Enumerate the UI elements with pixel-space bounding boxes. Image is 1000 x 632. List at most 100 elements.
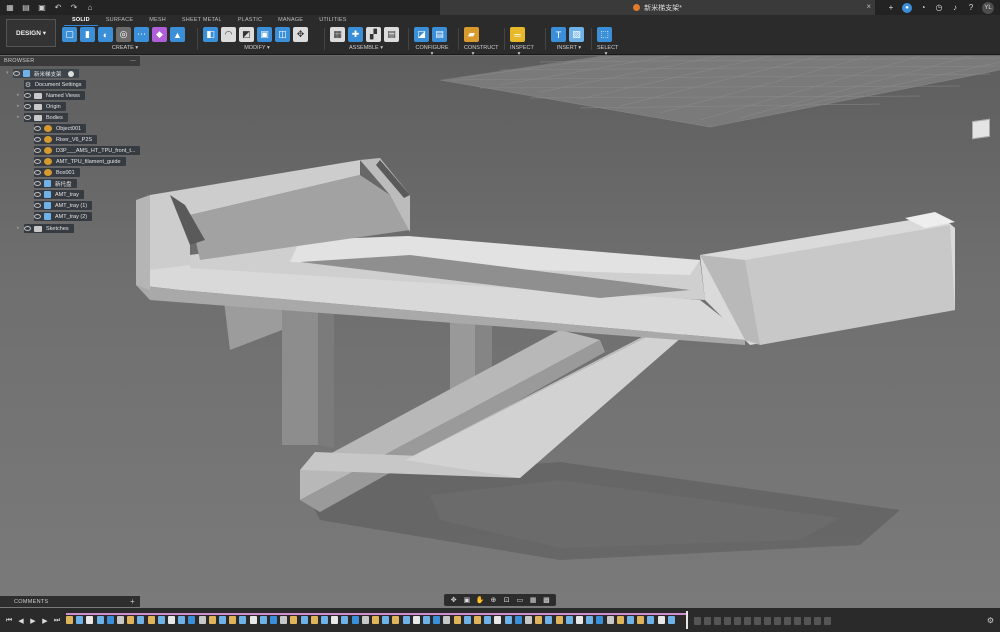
timeline-feature[interactable] [229, 616, 237, 624]
browser-item[interactable]: Bodies [24, 113, 68, 122]
visibility-eye-icon[interactable] [24, 115, 31, 120]
document-tab[interactable]: 新米梯支架* × [440, 0, 875, 15]
timeline-feature[interactable] [86, 616, 94, 624]
timeline-feature[interactable] [188, 616, 196, 624]
view-cube[interactable] [972, 118, 990, 140]
activate-icon[interactable] [67, 70, 74, 77]
timeline-feature-suppressed[interactable] [694, 617, 701, 625]
timeline-feature[interactable] [208, 616, 216, 624]
visibility-eye-icon[interactable] [13, 71, 20, 76]
timeline-feature[interactable] [423, 616, 430, 624]
insert-derive-icon[interactable]: T [551, 27, 566, 42]
canvas-viewport[interactable] [0, 56, 1000, 608]
visibility-eye-icon[interactable] [24, 226, 31, 231]
timeline-feature[interactable] [667, 616, 675, 624]
timeline-feature[interactable] [453, 616, 461, 624]
timeline-feature[interactable] [106, 616, 114, 624]
timeline-feature[interactable] [76, 616, 84, 624]
measure-icon[interactable]: ═ [510, 27, 525, 42]
browser-item[interactable]: Sketches [24, 224, 74, 233]
timeline-feature-suppressed[interactable] [794, 617, 801, 625]
previous-icon[interactable]: ◀ [17, 617, 25, 625]
timeline-feature[interactable] [494, 616, 502, 624]
new-component-icon[interactable]: ▦ [330, 27, 345, 42]
grid-icon[interactable]: ▦ [4, 2, 16, 14]
timeline-feature-suppressed[interactable] [774, 617, 781, 625]
model-bracket[interactable] [136, 158, 955, 512]
timeline-feature-suppressed[interactable] [734, 617, 741, 625]
look-at-icon[interactable]: ▣ [463, 596, 471, 604]
visibility-eye-icon[interactable] [34, 192, 41, 197]
browser-item[interactable]: AMT_tray (2) [34, 212, 93, 221]
browser-item[interactable]: Object001 [34, 124, 87, 133]
zoom-icon[interactable]: ⊕ [489, 596, 497, 604]
tab-surface[interactable]: SURFACE [98, 16, 141, 26]
browser-item[interactable]: AMT_tray [34, 190, 84, 199]
move-icon[interactable]: ✥ [293, 27, 308, 42]
browser-item[interactable]: 新托盘 [34, 179, 77, 188]
timeline-feature[interactable] [147, 616, 155, 624]
timeline-feature[interactable] [402, 616, 410, 624]
shell-icon[interactable]: ▣ [257, 27, 272, 42]
clock-icon[interactable]: ◷ [934, 3, 944, 13]
browser-item[interactable]: D3P___AMS_HT_TPU_front_t... [34, 146, 141, 155]
timeline-feature[interactable] [290, 616, 298, 624]
play-icon[interactable]: ▶ [29, 617, 37, 625]
timeline-feature-suppressed[interactable] [744, 617, 751, 625]
timeline-feature[interactable] [443, 616, 451, 624]
browser-item[interactable]: Box001 [34, 168, 80, 177]
browser-item[interactable]: Riser_V6_P2S [34, 135, 98, 144]
tab-plastic[interactable]: PLASTIC [230, 16, 270, 26]
timeline-feature[interactable] [300, 616, 308, 624]
help-icon[interactable]: ? [966, 3, 976, 13]
timeline-feature[interactable] [535, 616, 543, 624]
timeline-feature[interactable] [647, 616, 655, 624]
timeline-feature[interactable] [565, 616, 573, 624]
next-icon[interactable]: ▶ [41, 617, 49, 625]
timeline-feature-suppressed[interactable] [704, 617, 711, 625]
visibility-eye-icon[interactable] [34, 181, 41, 186]
timeline-feature[interactable] [137, 616, 145, 624]
undo-icon[interactable]: ↶ [52, 2, 64, 14]
tab-utilities[interactable]: UTILITIES [311, 16, 354, 26]
timeline-feature[interactable] [484, 616, 492, 624]
timeline-feature[interactable] [351, 616, 359, 624]
as-built-joint-icon[interactable]: ▞ [366, 27, 381, 42]
revolve-icon[interactable]: ◐ [98, 27, 113, 42]
avatar[interactable]: YL [982, 1, 994, 14]
collapse-icon[interactable]: — [130, 58, 136, 64]
timeline-feature[interactable] [514, 616, 522, 624]
toolbar-group-label[interactable]: MODIFY ▾ [203, 45, 311, 51]
browser-root[interactable]: 新米梯支架 [13, 69, 79, 78]
browser-item[interactable]: AMT_tray (1) [34, 201, 93, 210]
configure-icon[interactable]: ◪ [414, 27, 429, 42]
timeline-feature[interactable] [616, 616, 624, 624]
new-tab-icon[interactable]: + [886, 3, 896, 13]
toolbar-group-label[interactable]: INSERT ▾ [551, 45, 587, 51]
tab-sheet-metal[interactable]: SHEET METAL [174, 16, 230, 26]
timeline-feature[interactable] [606, 616, 614, 624]
combine-icon[interactable]: ◫ [275, 27, 290, 42]
form-icon[interactable]: ◆ [152, 27, 167, 42]
timeline-feature-suppressed[interactable] [814, 617, 821, 625]
redo-icon[interactable]: ↷ [68, 2, 80, 14]
grid-settings-icon[interactable]: ▦ [529, 596, 537, 604]
timeline-feature[interactable] [657, 616, 665, 624]
timeline-feature[interactable] [433, 616, 441, 624]
first-icon[interactable]: ⏮ [5, 617, 13, 625]
timeline-feature[interactable] [310, 616, 318, 624]
expand-caret-icon[interactable]: ▸ [17, 114, 20, 120]
tab-mesh[interactable]: MESH [141, 16, 174, 26]
timeline-feature[interactable] [127, 616, 135, 624]
timeline-feature[interactable] [525, 616, 532, 624]
toolbar-group-label[interactable]: ASSEMBLE ▾ [330, 45, 402, 51]
browser-item[interactable]: Origin [24, 102, 66, 111]
timeline-marker[interactable] [686, 611, 688, 629]
display-settings-icon[interactable]: ▭ [516, 596, 524, 604]
timeline-feature[interactable] [219, 616, 226, 624]
sketch-icon[interactable]: ▢ [62, 27, 77, 42]
workspace-switcher[interactable]: DESIGN ▾ [6, 19, 56, 47]
expand-caret-icon[interactable]: ▸ [17, 225, 20, 231]
file-icon[interactable]: ▤ [20, 2, 32, 14]
timeline-feature[interactable] [239, 616, 247, 624]
